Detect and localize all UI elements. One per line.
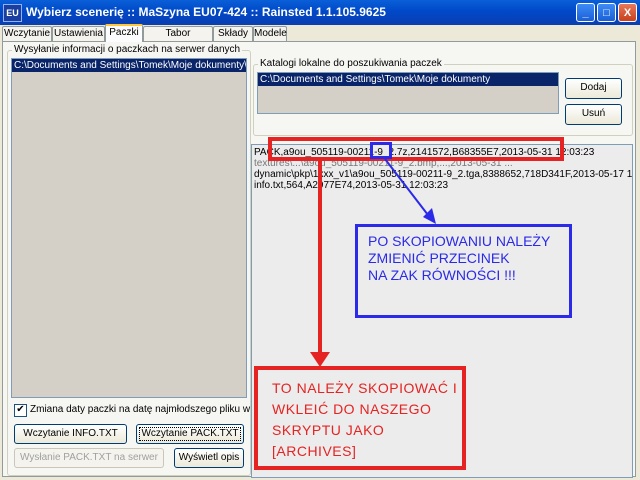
red-note-line: TO NALEŻY SKOPIOWAĆ I (272, 380, 458, 396)
red-note-line: [ARCHIVES] (272, 443, 357, 459)
blue-note-box: PO SKOPIOWANIU NALEŻY ZMIENIĆ PRZECINEK … (355, 224, 572, 318)
blue-note-line: ZMIENIĆ PRZECINEK (368, 250, 510, 266)
blue-note-line: NA ZAK RÓWNOŚCI !!! (368, 267, 516, 283)
red-note-line: WKLEIĆ DO NASZEGO (272, 401, 432, 417)
blue-arrow-line (384, 158, 429, 216)
tab-paczki[interactable]: Paczki (105, 24, 143, 42)
red-note-box: TO NALEŻY SKOPIOWAĆ I WKLEIĆ DO NASZEGO … (254, 366, 466, 470)
red-note-line: SKRYPTU JAKO (272, 422, 385, 438)
red-arrow-head (310, 352, 330, 367)
blue-note-line: PO SKOPIOWANIU NALEŻY (368, 233, 551, 249)
